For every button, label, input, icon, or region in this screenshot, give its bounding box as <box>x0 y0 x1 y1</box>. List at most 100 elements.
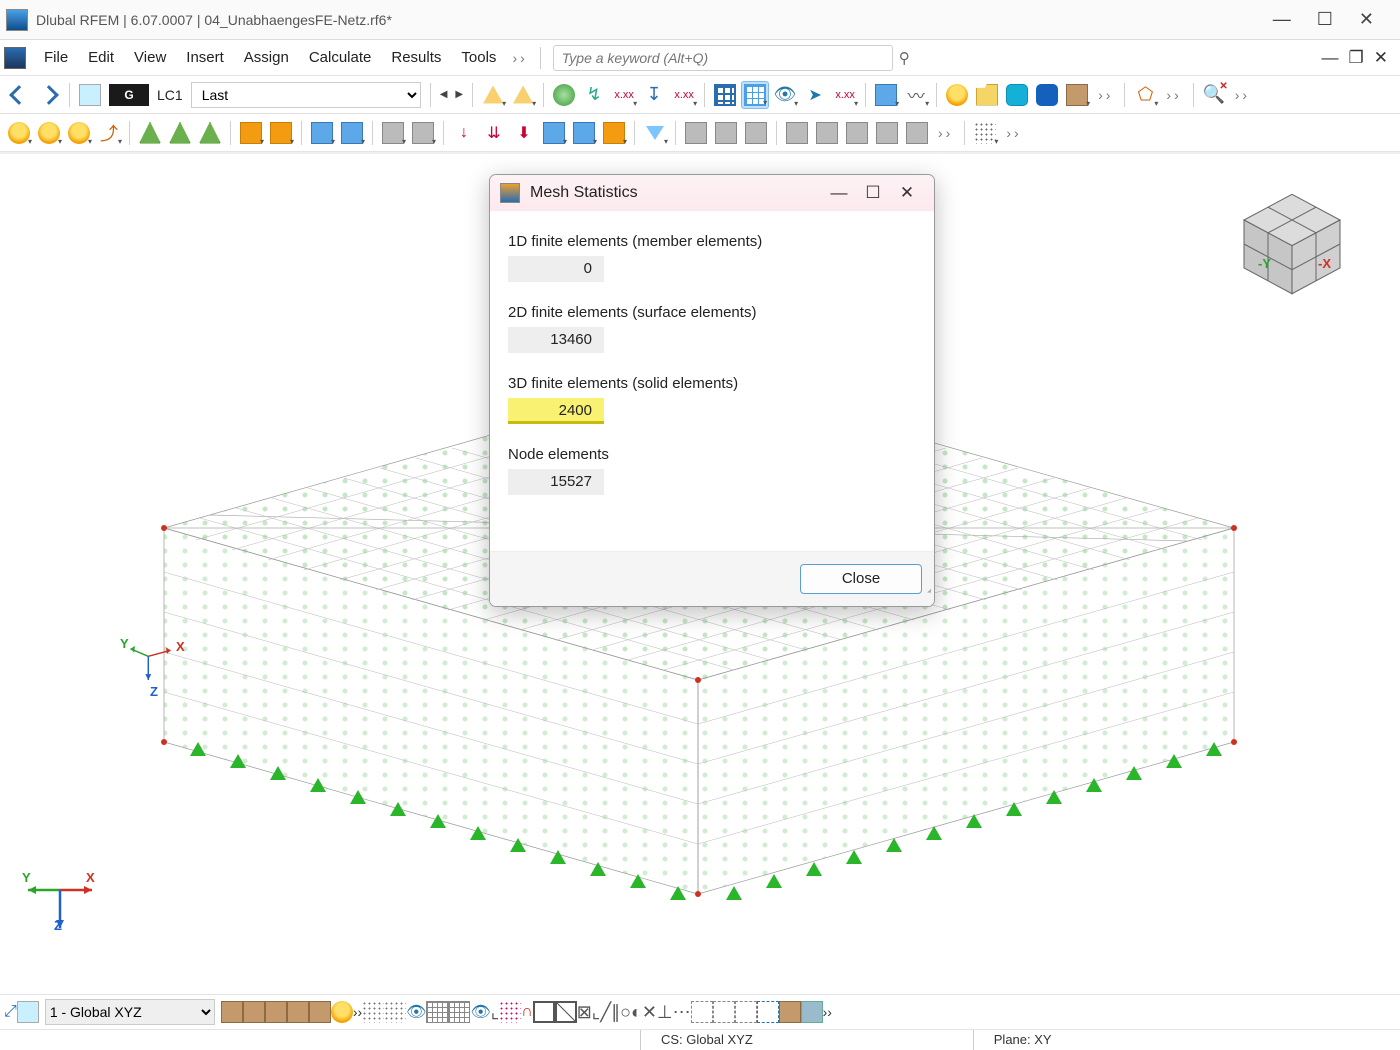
toolbar2-overflow-2[interactable]: ›› <box>1000 125 1027 141</box>
lc-color-swatch[interactable] <box>76 81 104 109</box>
tool-select-poly-icon[interactable]: ⬠ <box>1131 81 1159 109</box>
tool-chart-icon[interactable] <box>872 81 900 109</box>
bb-osnap-corner-icon[interactable]: ⌞ <box>592 1002 600 1023</box>
undo-button[interactable] <box>5 81 33 109</box>
bb-guides1-icon[interactable] <box>691 1001 713 1023</box>
tool-hinge-icon[interactable] <box>409 119 437 147</box>
lc-prev-button[interactable]: ◀ <box>436 89 452 100</box>
tool-load4-icon[interactable] <box>540 119 568 147</box>
bb-snap-grid1-icon[interactable] <box>362 1001 384 1023</box>
dialog-close-ok-button[interactable]: Close <box>800 564 922 594</box>
menu-edit[interactable]: Edit <box>78 49 124 66</box>
tool-support2-icon[interactable] <box>166 119 194 147</box>
menu-insert[interactable]: Insert <box>176 49 234 66</box>
tool-res2-icon[interactable] <box>712 119 740 147</box>
menu-tools[interactable]: Tools <box>451 49 506 66</box>
bb-osnap-cross-icon[interactable]: ⊠ <box>577 1002 592 1023</box>
tool-deform-icon[interactable]: 〰 <box>902 81 930 109</box>
tool-filter-icon[interactable] <box>641 119 669 147</box>
dialog-maximize-button[interactable]: ☐ <box>856 183 890 203</box>
tool-node-star-icon[interactable] <box>5 119 33 147</box>
bb-osnap1-icon[interactable] <box>499 1001 521 1023</box>
menu-file[interactable]: File <box>34 49 78 66</box>
bb-osnap-perp-icon[interactable]: ⊥ <box>657 1002 673 1023</box>
dialog-minimize-button[interactable]: — <box>822 183 856 203</box>
tool-support1-icon[interactable] <box>136 119 164 147</box>
toolbar-overflow-2[interactable]: ›› <box>1160 87 1187 103</box>
bb-osnap-mid-icon[interactable]: ⋯ <box>673 1002 691 1023</box>
tool-sec1-icon[interactable] <box>237 119 265 147</box>
tool-load1-icon[interactable]: ↓ <box>450 119 478 147</box>
search-input[interactable] <box>562 50 884 66</box>
bb-osnap-diag-icon[interactable] <box>555 1001 577 1023</box>
tool-srf1-icon[interactable] <box>308 119 336 147</box>
window-minimize-inner-button[interactable]: — <box>1322 48 1339 68</box>
bb-osnap-magnet-icon[interactable]: ∩ <box>521 1003 533 1021</box>
tool-dim-x-icon[interactable]: x.xx <box>610 81 638 109</box>
tool-srf2-icon[interactable] <box>338 119 366 147</box>
menu-view[interactable]: View <box>124 49 176 66</box>
tool-find-icon[interactable]: 🔍✕ <box>1200 81 1228 109</box>
maximize-button[interactable]: ☐ <box>1317 9 1333 30</box>
menu-overflow-icon[interactable]: ›› <box>506 50 533 66</box>
bb-snap-eye2-icon[interactable]: 👁 <box>470 1002 490 1022</box>
close-window-button[interactable]: ✕ <box>1359 9 1374 30</box>
tool-beam2-icon[interactable] <box>813 119 841 147</box>
bb-osnap-line-icon[interactable]: ╱ <box>600 1002 611 1023</box>
dialog-titlebar[interactable]: Mesh Statistics — ☐ ✕ <box>490 175 934 211</box>
tool-cubes-icon[interactable] <box>1063 81 1091 109</box>
tool-support3-icon[interactable] <box>196 119 224 147</box>
tool-probe-icon[interactable]: ↧ <box>640 81 668 109</box>
tool-sec2-icon[interactable] <box>267 119 295 147</box>
menu-assign[interactable]: Assign <box>234 49 299 66</box>
bb-view1-icon[interactable] <box>221 1001 243 1023</box>
bb-view3-icon[interactable] <box>265 1001 287 1023</box>
tool-mesh-icon[interactable] <box>873 119 901 147</box>
tool-calc-icon[interactable] <box>943 81 971 109</box>
tool-member-star-icon[interactable] <box>65 119 93 147</box>
bb-osnap-int-icon[interactable]: ✕ <box>642 1002 657 1023</box>
tool-cloud1-icon[interactable] <box>1003 81 1031 109</box>
tool-res3-icon[interactable] <box>742 119 770 147</box>
bb-snap-eye-icon[interactable]: 👁 <box>406 1002 426 1022</box>
tool-arrow-right-icon[interactable]: ➤ <box>801 81 829 109</box>
menu-results[interactable]: Results <box>381 49 451 66</box>
bb-overflow-1[interactable]: ›› <box>353 1004 362 1020</box>
tool-load2-icon[interactable]: ⇊ <box>480 119 508 147</box>
tool-line-star-icon[interactable] <box>35 119 63 147</box>
tool-eye-icon[interactable]: 👁 <box>771 81 799 109</box>
tool-rigid-icon[interactable] <box>379 119 407 147</box>
tool-load6-icon[interactable] <box>600 119 628 147</box>
window-restore-inner-button[interactable]: ❐ <box>1349 48 1364 68</box>
bb-snap-grid2-icon[interactable] <box>384 1001 406 1023</box>
toolbar-overflow-3[interactable]: ›› <box>1229 87 1256 103</box>
bb-guides4-icon[interactable] <box>757 1001 779 1023</box>
tool-axis-icon[interactable]: ↯ <box>580 81 608 109</box>
tool-table-icon[interactable] <box>711 81 739 109</box>
bb-view2-icon[interactable] <box>243 1001 265 1023</box>
bb-osnap-parallel-icon[interactable]: ∥ <box>611 1002 620 1023</box>
bb-overflow-2[interactable]: ›› <box>823 1004 832 1020</box>
app-menu-icon[interactable] <box>4 47 26 69</box>
bb-snap-grid3-icon[interactable] <box>426 1001 448 1023</box>
bb-osnap-tan-icon[interactable]: ◐ <box>631 1002 642 1023</box>
tool-load3-icon[interactable]: ⬇ <box>510 119 538 147</box>
tool-send-icon[interactable] <box>903 119 931 147</box>
bb-light-icon[interactable] <box>331 1001 353 1023</box>
bb-guides3-icon[interactable] <box>735 1001 757 1023</box>
tool-folder-icon[interactable] <box>973 81 1001 109</box>
tool-dim-y-icon[interactable]: x.xx <box>670 81 698 109</box>
bb-guides2-icon[interactable] <box>713 1001 735 1023</box>
search-settings-icon[interactable]: ⚲ <box>899 49 910 67</box>
search-box[interactable] <box>553 45 893 71</box>
tool-grid-icon[interactable] <box>741 81 769 109</box>
tool-dice-icon[interactable] <box>843 119 871 147</box>
lc-next-button[interactable]: ▶ <box>451 89 467 100</box>
bb-view4-icon[interactable] <box>287 1001 309 1023</box>
tool-cloud2-icon[interactable] <box>1033 81 1061 109</box>
bb-osnap-circle-icon[interactable]: ○ <box>620 1002 631 1023</box>
bb-cs-icon[interactable]: ⤢ <box>4 1003 17 1021</box>
coordsys-select[interactable]: 1 - Global XYZ <box>45 999 215 1025</box>
tool-curve-icon[interactable]: ⤴ <box>95 119 123 147</box>
bb-view5-icon[interactable] <box>309 1001 331 1023</box>
